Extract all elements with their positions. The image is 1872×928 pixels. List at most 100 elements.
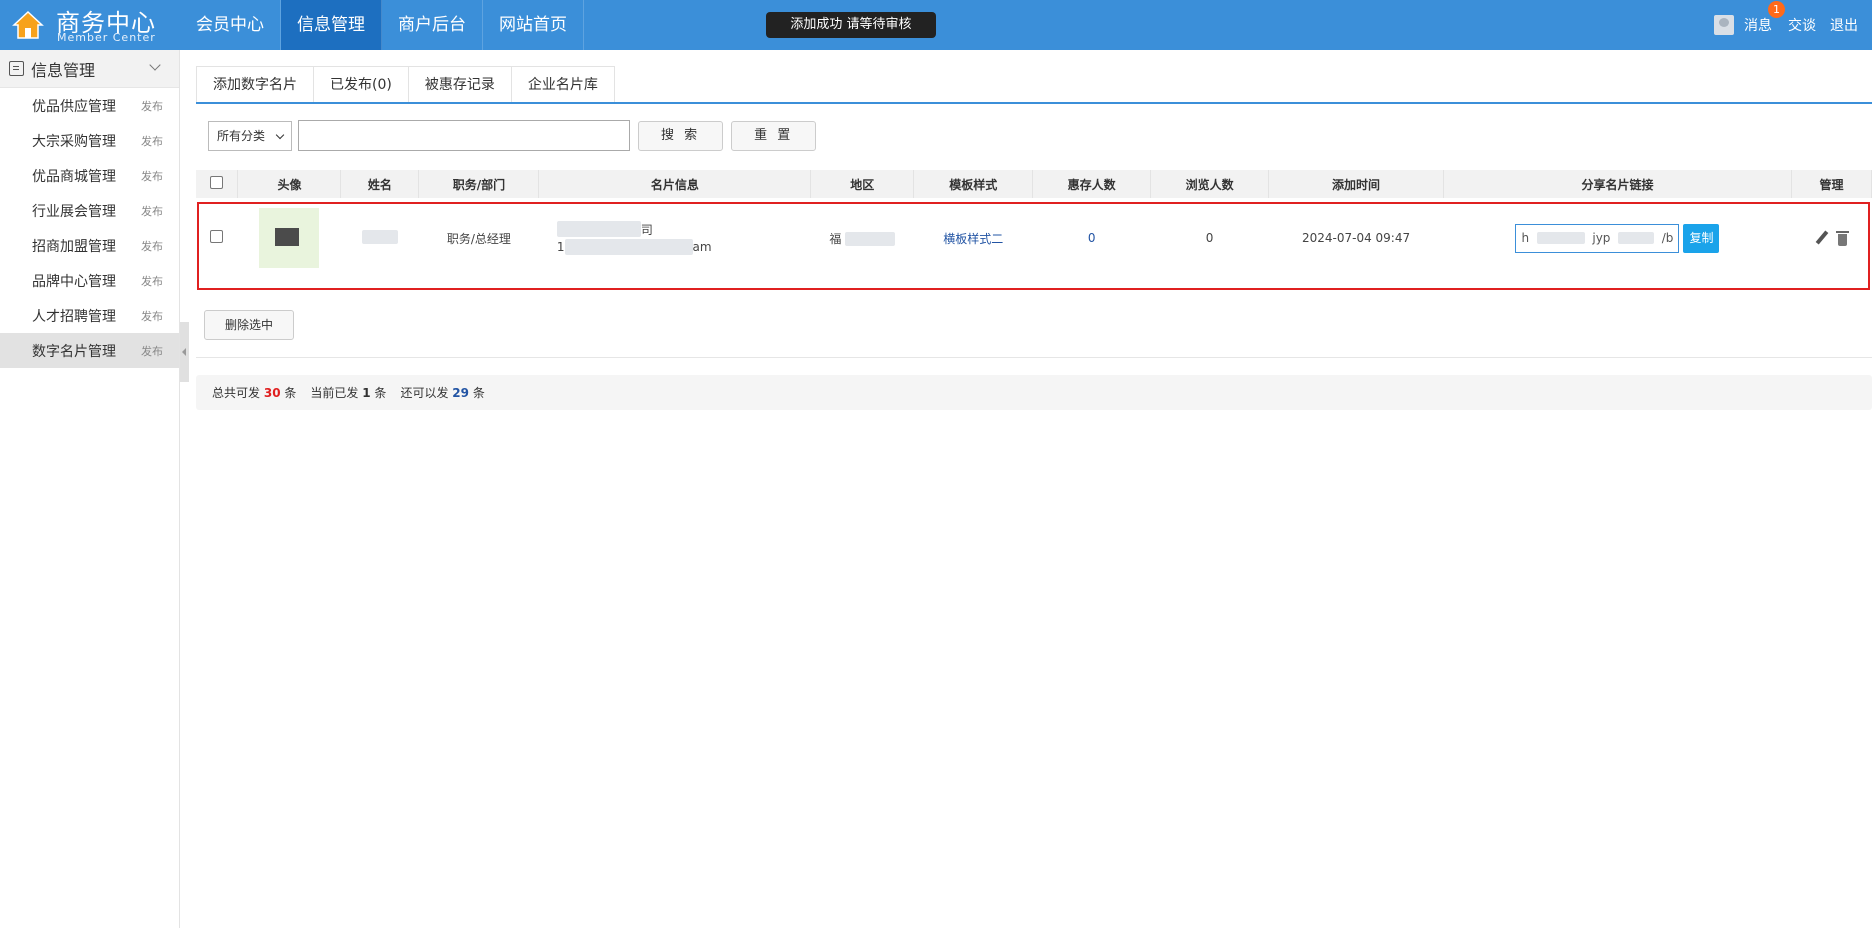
publish-link[interactable]: 发布: [141, 168, 163, 184]
tab-published[interactable]: 已发布(0): [314, 67, 409, 103]
publish-link[interactable]: 发布: [141, 343, 163, 359]
remaining-quota: 还可以发 29 条: [400, 384, 484, 401]
header-added-time: 添加时间: [1268, 170, 1444, 198]
category-selected-value: 所有分类: [217, 129, 266, 143]
nav-merchant-backend[interactable]: 商户后台: [382, 0, 483, 50]
sidebar-item-mall[interactable]: 优品商城管理 发布: [0, 158, 179, 193]
tab-add-digital-card[interactable]: 添加数字名片: [197, 67, 314, 103]
company-redacted: [556, 221, 641, 237]
tab-underline: [196, 102, 1872, 104]
remaining-label: 还可以发: [400, 386, 449, 400]
share-link-group: h jyp /b 复制: [1444, 223, 1792, 253]
search-button[interactable]: 搜 索: [638, 120, 724, 151]
row-checkbox[interactable]: [210, 230, 224, 243]
saved-count[interactable]: 0: [1088, 231, 1096, 245]
nav-info-management[interactable]: 信息管理: [281, 0, 382, 50]
share-link-input[interactable]: h jyp /b: [1515, 223, 1680, 253]
manage-actions: [1791, 230, 1871, 246]
delete-selected-button[interactable]: 删除选中: [204, 310, 295, 340]
sidebar-item-purchase[interactable]: 大宗采购管理 发布: [0, 123, 179, 158]
contact-tail: am: [692, 240, 712, 254]
sidebar-section-header[interactable]: 信息管理: [0, 50, 179, 88]
unit: 条: [472, 386, 485, 400]
publish-link[interactable]: 发布: [141, 238, 163, 254]
template-link[interactable]: 横板样式二: [943, 232, 1003, 246]
tab-bar: 添加数字名片 已发布(0) 被惠存记录 企业名片库: [196, 66, 615, 103]
nav-site-home[interactable]: 网站首页: [483, 0, 584, 50]
card-info-cell: 司 1 am: [539, 198, 811, 278]
sidebar-item-label: 优品商城管理: [32, 168, 116, 185]
trash-icon[interactable]: [1835, 230, 1849, 246]
tab-company-card-library[interactable]: 企业名片库: [511, 67, 614, 103]
home-icon: [12, 10, 44, 39]
reset-button[interactable]: 重 置: [731, 120, 817, 151]
table-header-row: 头像 姓名 职务/部门 名片信息 地区 模板样式 惠存人数 浏览人数 添加时间 …: [196, 170, 1872, 198]
unit: 条: [374, 386, 387, 400]
sidebar-item-recruitment[interactable]: 人才招聘管理 发布: [0, 298, 179, 333]
company-tail: 司: [640, 222, 653, 237]
header-region: 地区: [810, 170, 915, 198]
logo-subtitle: Member Center: [57, 31, 156, 44]
share-link-head: h: [1521, 231, 1530, 245]
publish-link[interactable]: 发布: [141, 308, 163, 324]
publish-link[interactable]: 发布: [141, 98, 163, 114]
sidebar: 信息管理 优品供应管理 发布 大宗采购管理 发布 优品商城管理 发布 行业展会管…: [0, 50, 180, 928]
remaining-value: 29: [452, 386, 469, 400]
edit-list-icon: [9, 61, 24, 76]
tab-saved-records[interactable]: 被惠存记录: [408, 67, 512, 103]
contact-head: 1: [556, 240, 565, 254]
current-quota: 当前已发 1 条: [310, 384, 386, 401]
card-info-contact: 1 am: [557, 238, 811, 256]
sidebar-item-franchise[interactable]: 招商加盟管理 发布: [0, 228, 179, 263]
chevron-down-icon: [149, 59, 161, 71]
keyword-input[interactable]: [298, 120, 630, 151]
success-toast: 添加成功 请等待审核: [766, 12, 936, 38]
header-template: 模板样式: [913, 170, 1034, 198]
top-header: 商务中心 Member Center 会员中心 信息管理 商户后台 网站首页 添…: [0, 0, 1872, 50]
messages-link[interactable]: 消息 1: [1744, 1, 1785, 35]
logo[interactable]: 商务中心 Member Center: [0, 0, 180, 50]
sidebar-item-label: 招商加盟管理: [32, 238, 116, 255]
publish-link[interactable]: 发布: [141, 133, 163, 149]
card-info-company: 司: [556, 220, 811, 238]
header-title: 职务/部门: [418, 170, 540, 198]
view-count: 0: [1205, 231, 1214, 245]
user-avatar-icon[interactable]: [1714, 15, 1734, 35]
pencil-icon[interactable]: [1814, 230, 1830, 246]
name-redacted: [361, 229, 398, 244]
card-avatar-thumbnail[interactable]: [259, 208, 320, 268]
sidebar-item-label: 行业展会管理: [32, 203, 116, 220]
header-user-area: 消息 1 交谈 退出: [1714, 0, 1858, 50]
select-all-checkbox[interactable]: [210, 176, 224, 189]
logout-link[interactable]: 退出: [1830, 15, 1858, 35]
header-saved-count: 惠存人数: [1032, 170, 1152, 198]
chat-link[interactable]: 交谈: [1788, 15, 1816, 35]
contact-redacted: [564, 239, 693, 255]
sidebar-item-label: 优品供应管理: [32, 98, 116, 115]
main-nav: 会员中心 信息管理 商户后台 网站首页: [180, 0, 584, 50]
total-value: 30: [263, 386, 281, 400]
header-card-info: 名片信息: [538, 170, 812, 198]
copy-button[interactable]: 复制: [1683, 223, 1720, 253]
publish-link[interactable]: 发布: [141, 273, 163, 289]
nav-member-center[interactable]: 会员中心: [180, 0, 281, 50]
title-cell: 职务/总经理: [446, 231, 511, 246]
share-link-tail: /b: [1661, 231, 1674, 245]
current-value: 1: [362, 386, 371, 400]
sidebar-item-exhibition[interactable]: 行业展会管理 发布: [0, 193, 179, 228]
header-name: 姓名: [340, 170, 420, 198]
sidebar-item-digital-card[interactable]: 数字名片管理 发布: [0, 333, 179, 368]
publish-link[interactable]: 发布: [141, 203, 163, 219]
category-select[interactable]: 所有分类: [208, 120, 292, 151]
share-link-mid: jyp: [1592, 231, 1611, 245]
region-redacted: [845, 232, 896, 246]
message-count-badge: 1: [1768, 1, 1785, 18]
sidebar-item-label: 人才招聘管理: [32, 308, 116, 325]
sidebar-item-supply[interactable]: 优品供应管理 发布: [0, 88, 179, 123]
region-cell: 福: [811, 198, 914, 278]
header-view-count: 浏览人数: [1150, 170, 1270, 198]
sidebar-collapse-handle[interactable]: [180, 322, 189, 382]
sidebar-item-brand[interactable]: 品牌中心管理 发布: [0, 263, 179, 298]
table-row: 职务/总经理 司 1 am 福 横板样式二 0 0 2024-07-04 09:…: [196, 198, 1872, 278]
select-all-cell: [196, 170, 239, 198]
